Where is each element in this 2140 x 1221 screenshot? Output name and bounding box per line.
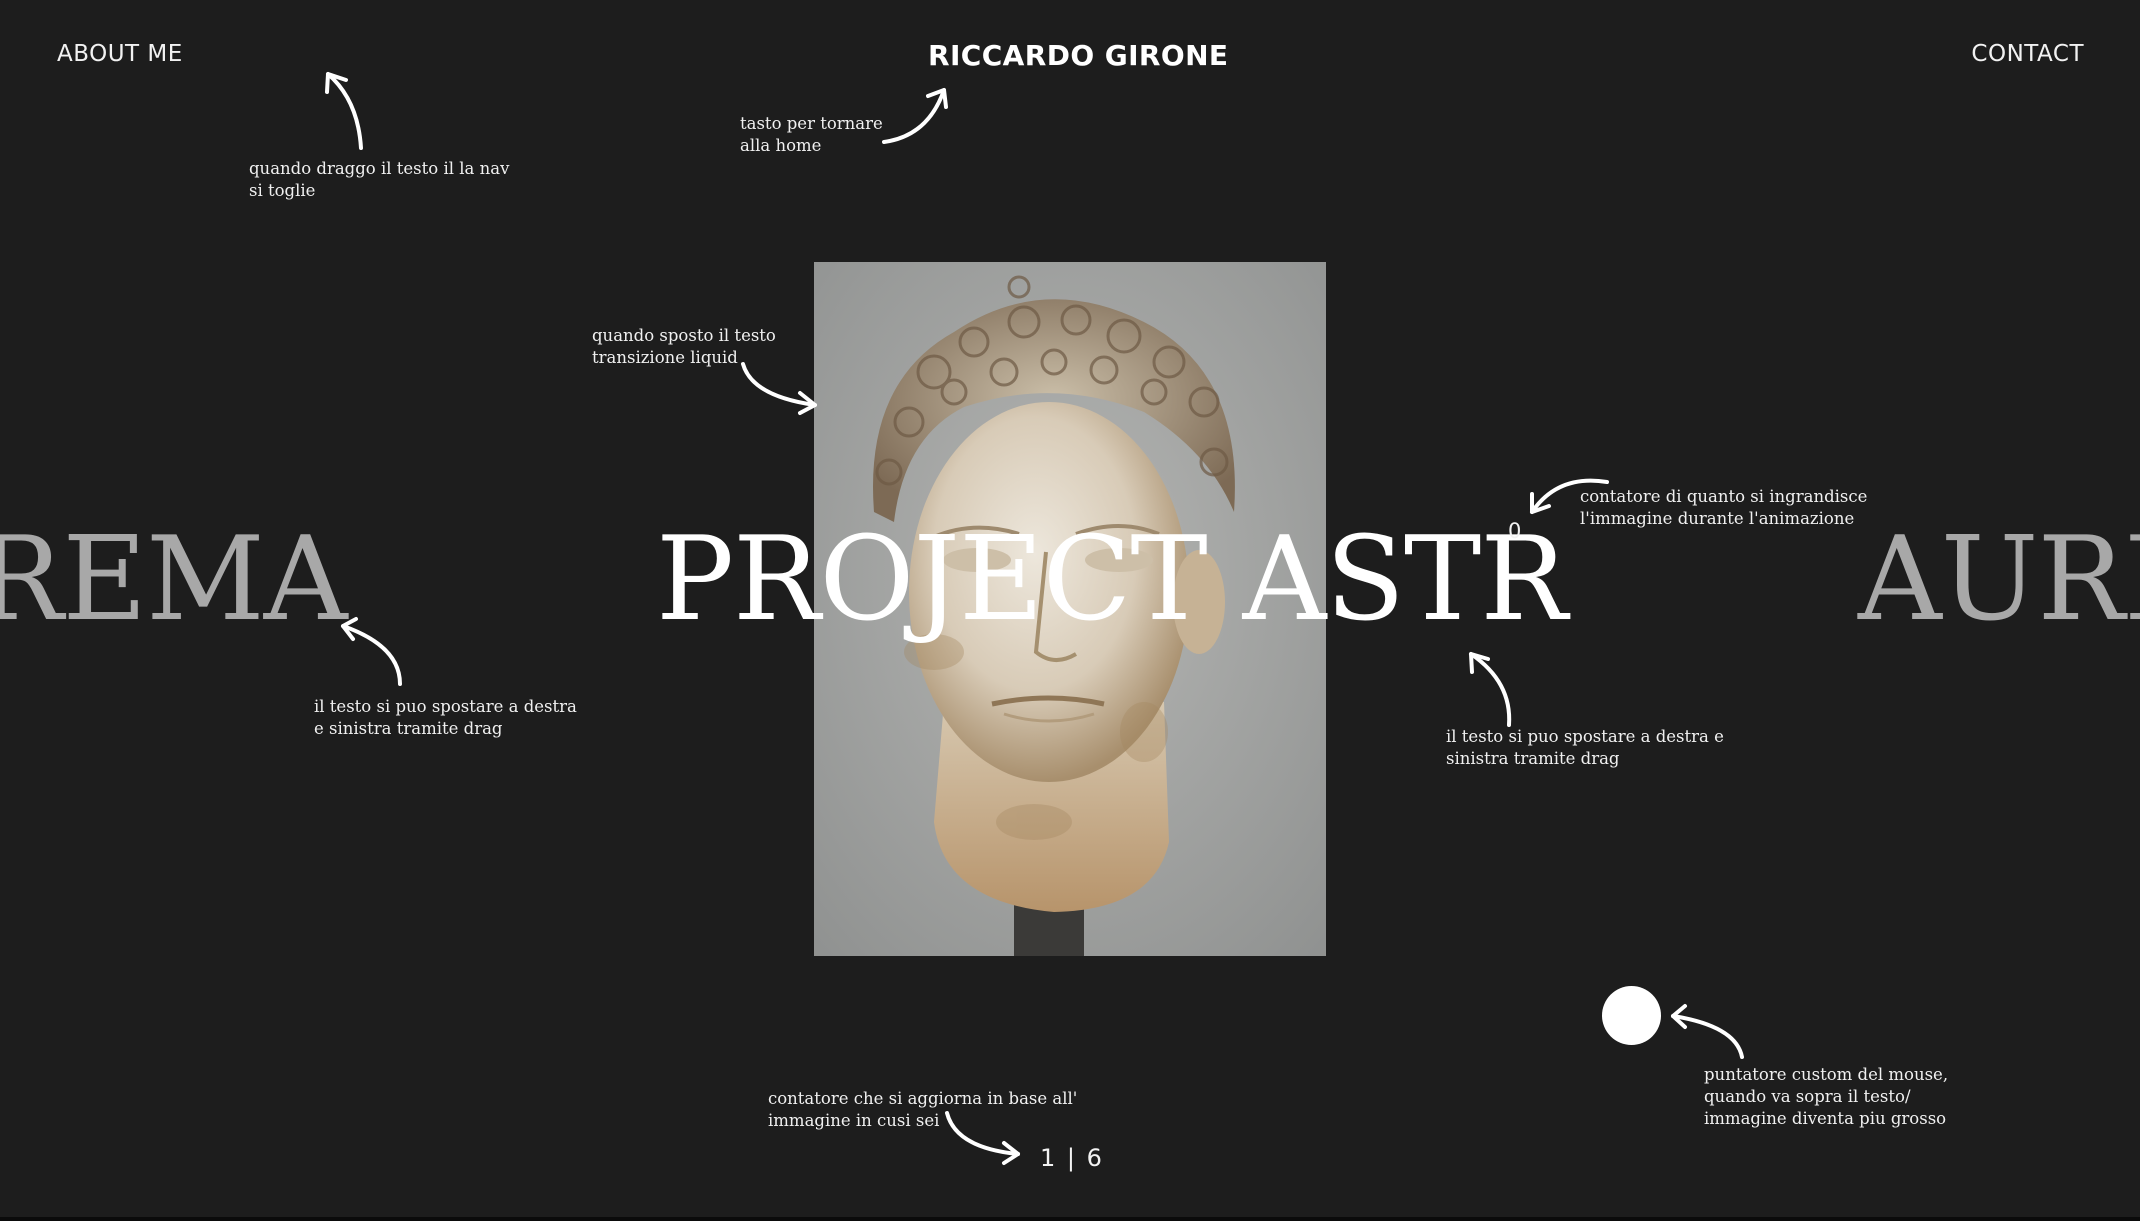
annotation-custom-cursor: puntatore custom del mouse, quando va so… [1704, 1065, 1949, 1128]
arrow-nav-hide [326, 72, 363, 150]
arrow-zoom-head [1530, 492, 1551, 514]
arrow-nav-hide-head [325, 72, 348, 94]
contact-link[interactable]: CONTACT [1971, 41, 2084, 67]
arrow-drag-left [341, 624, 402, 686]
arrow-custom-cursor-head [1671, 1004, 1687, 1029]
annotation-slide-counter: contatore che si aggiorna in base all' i… [768, 1089, 1078, 1130]
project-title-previous[interactable]: REMA [0, 522, 348, 638]
arrow-drag-right-head [1469, 652, 1490, 674]
custom-cursor [1602, 986, 1661, 1045]
counter-separator: | [1066, 1144, 1078, 1172]
project-title-current[interactable]: PROJECT ASTR [656, 522, 1568, 638]
arrow-drag-right [1469, 652, 1512, 727]
arrow-liquid [741, 362, 817, 407]
annotation-drag-right: il testo si puo spostare a destra e sini… [1446, 727, 1724, 768]
arrow-custom-cursor [1671, 1014, 1744, 1059]
arrow-home-head [926, 88, 948, 109]
zoom-counter: 0 [1508, 519, 1522, 543]
project-title-next[interactable]: AURI [1858, 522, 2140, 638]
annotation-liquid-transition: quando sposto il testo transizione liqui… [592, 326, 776, 367]
current-slide: 1 [1040, 1144, 1058, 1172]
bottom-strip [0, 1217, 2140, 1221]
total-slides: 6 [1086, 1144, 1104, 1172]
annotation-zoom-counter: contatore di quanto si ingrandisce l'imm… [1580, 487, 1868, 528]
about-me-link[interactable]: ABOUT ME [57, 41, 183, 67]
arrow-liquid-head [798, 391, 817, 415]
arrow-home [882, 88, 946, 144]
arrow-slide-counter-head [1002, 1141, 1020, 1165]
slide-counter: 1 | 6 [1040, 1144, 1104, 1172]
home-logo-link[interactable]: RICCARDO GIRONE [928, 39, 1228, 72]
annotation-nav-hide: quando draggo il testo il la nav si togl… [249, 159, 510, 200]
annotation-drag-left: il testo si puo spostare a destra e sini… [314, 697, 577, 738]
annotation-home-button: tasto per tornare alla home [740, 114, 883, 155]
